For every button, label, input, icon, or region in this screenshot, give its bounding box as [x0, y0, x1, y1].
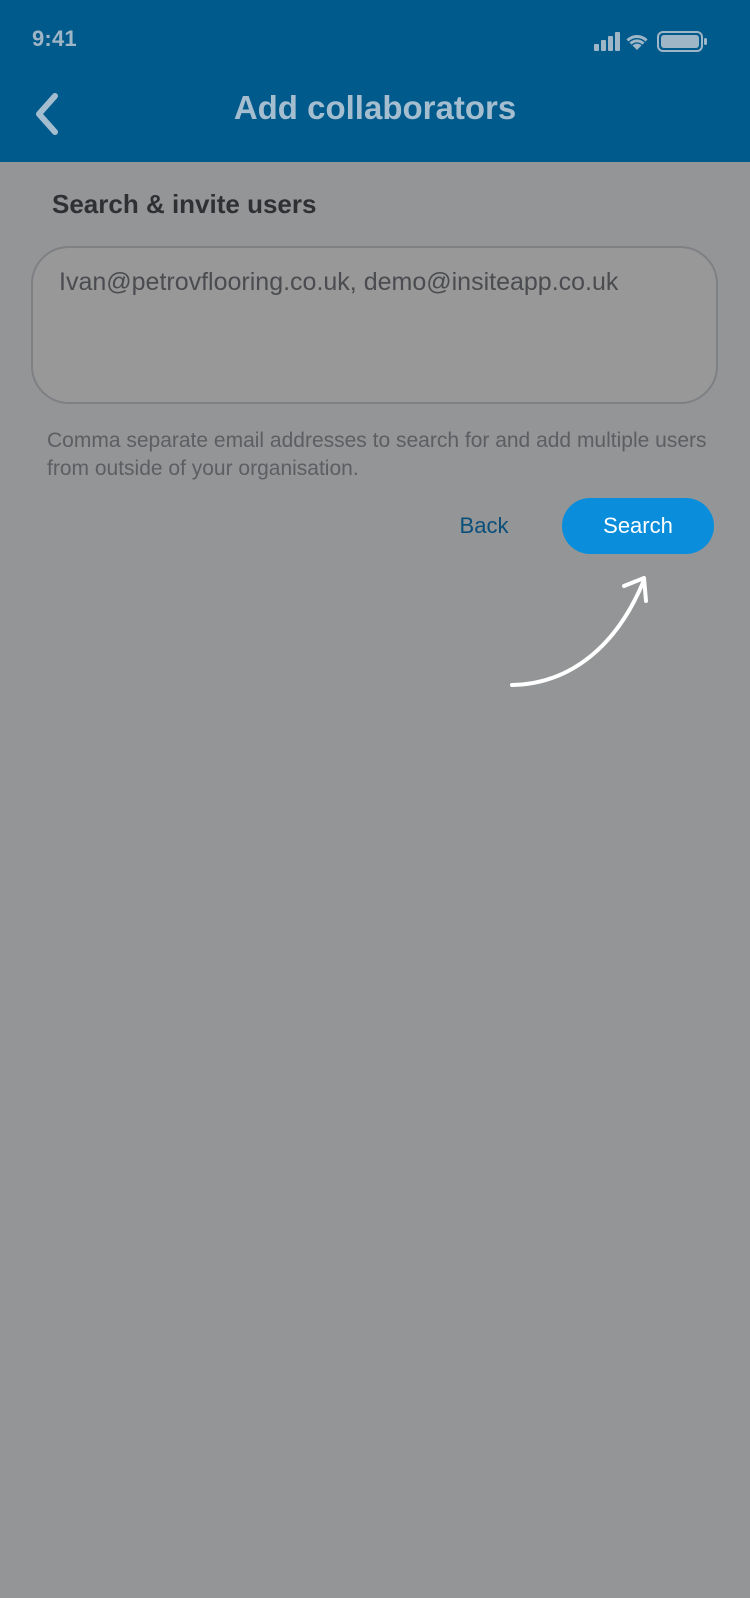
email-input-value: Ivan@petrovflooring.co.uk, demo@insiteap…: [59, 268, 619, 296]
battery-icon: [657, 31, 707, 52]
wifi-icon: [626, 35, 648, 50]
status-icons: [594, 31, 707, 52]
page-title: Add collaborators: [233, 89, 517, 126]
section-heading: Search & invite users: [52, 189, 317, 219]
signal-icon: [594, 32, 620, 51]
email-input[interactable]: Ivan@petrovflooring.co.uk, demo@insiteap…: [31, 246, 718, 404]
status-time: 9:41: [32, 26, 77, 51]
curved-arrow-icon: [510, 576, 648, 687]
back-button[interactable]: Back: [438, 498, 530, 554]
helper-text: Comma separate email addresses to search…: [47, 429, 707, 480]
app-header: 9:41 Add collaborators: [0, 0, 750, 162]
search-button[interactable]: Search: [562, 498, 714, 554]
